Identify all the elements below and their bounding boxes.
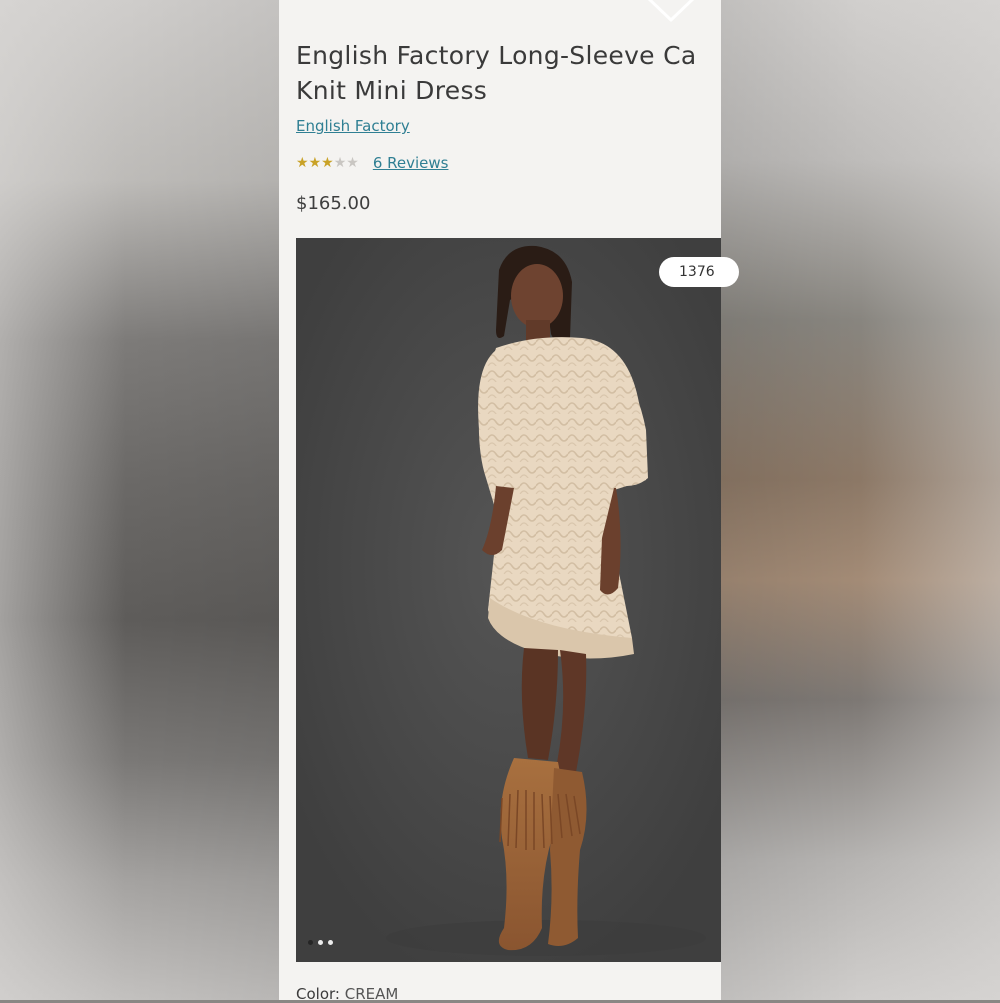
blurred-backdrop-right	[721, 0, 1000, 1000]
star-icon: ★	[321, 155, 334, 171]
gallery-dot[interactable]	[328, 940, 333, 945]
gallery-pagination-dots[interactable]	[308, 940, 333, 945]
product-image[interactable]	[296, 238, 721, 962]
close-icon[interactable]	[644, 0, 698, 28]
blurred-backdrop-left	[0, 0, 279, 1000]
image-counter-badge: 1376	[659, 257, 739, 287]
product-photo-illustration	[296, 238, 721, 962]
product-price: $165.00	[296, 193, 371, 214]
rating: ★ ★ ★ ★ ★ 6 Reviews	[296, 153, 448, 173]
reviews-link[interactable]: 6 Reviews	[373, 154, 449, 172]
star-icon: ★	[333, 155, 347, 171]
product-title-line-2: Knit Mini Dress	[296, 76, 488, 105]
brand-link[interactable]: English Factory	[296, 117, 410, 135]
color-value: CREAM	[344, 985, 399, 1003]
product-title: English Factory Long-Sleeve Ca Knit Mini…	[296, 38, 796, 108]
color-label: Color:	[296, 985, 340, 1003]
rating-stars: ★ ★ ★ ★ ★	[296, 156, 359, 170]
star-icon: ★	[308, 155, 322, 171]
color-selector-label: Color: CREAM	[296, 985, 398, 1003]
product-title-line-1: English Factory Long-Sleeve Ca	[296, 41, 697, 70]
gallery-dot[interactable]	[308, 940, 313, 945]
gallery-dot[interactable]	[318, 940, 323, 945]
star-icon: ★	[296, 155, 309, 171]
star-icon: ★	[346, 155, 359, 171]
